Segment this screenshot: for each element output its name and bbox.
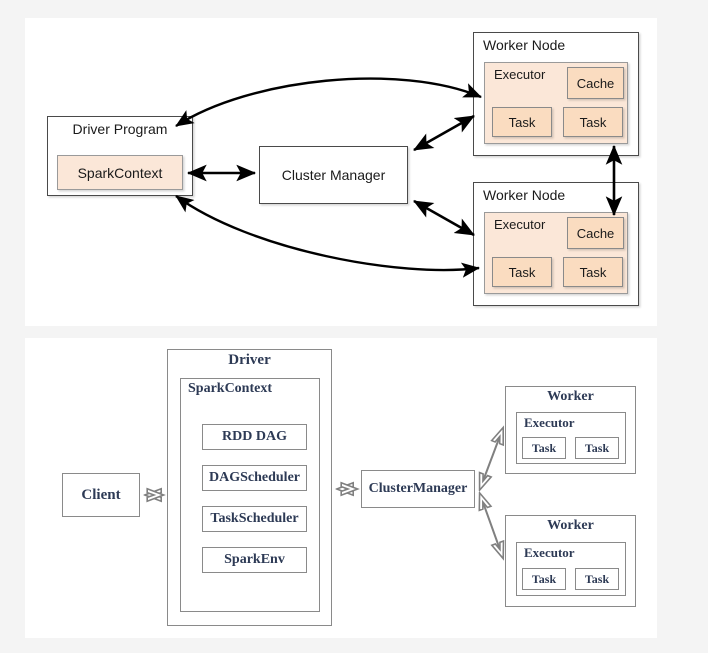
worker-2-task-2-box: Task <box>575 568 619 590</box>
worker-node-2-task-2-label: Task <box>579 264 607 280</box>
worker-2-task-1-label: Task <box>531 572 557 586</box>
worker-1-task-2-box: Task <box>575 437 619 459</box>
cluster-manager-box: Cluster Manager <box>259 146 408 204</box>
driver-program-label: Driver Program <box>72 121 168 137</box>
taskscheduler-box: TaskScheduler <box>202 506 307 532</box>
sparkenv-label: SparkEnv <box>224 552 285 567</box>
worker-1-executor-label: Executor <box>524 415 575 430</box>
worker-2-task-2-label: Task <box>584 572 610 586</box>
cluster-manager-label: Cluster Manager <box>281 167 386 183</box>
client-label: Client <box>81 486 121 503</box>
sparkcontext-container-label: SparkContext <box>188 381 273 396</box>
dagscheduler-box: DAGScheduler <box>202 465 307 491</box>
worker-node-2-task-1-box: Task <box>492 257 552 287</box>
worker-2-task-1-box: Task <box>522 568 566 590</box>
worker-node-2-executor-label: Executor <box>494 217 546 232</box>
driver-label: Driver <box>228 352 271 368</box>
worker-node-1-cache-label: Cache <box>576 75 615 91</box>
dagscheduler-label: DAGScheduler <box>209 470 300 485</box>
sparkcontext-box: SparkContext <box>57 155 183 190</box>
worker-node-2-label: Worker Node <box>483 187 566 203</box>
worker-1-task-1-label: Task <box>531 441 557 455</box>
worker-node-2-task-2-box: Task <box>563 257 623 287</box>
worker-1-task-1-box: Task <box>522 437 566 459</box>
worker-node-1-executor-label: Executor <box>494 67 546 82</box>
worker-node-1-label: Worker Node <box>483 37 566 53</box>
worker-node-1-task-1-box: Task <box>492 107 552 137</box>
clustermanager-label: ClusterManager <box>368 481 468 496</box>
sparkcontext-label: SparkContext <box>77 164 163 181</box>
worker-1-label: Worker <box>547 389 594 404</box>
rdd-dag-box: RDD DAG <box>202 424 307 450</box>
worker-1-task-2-label: Task <box>584 441 610 455</box>
worker-node-2-cache-label: Cache <box>576 225 615 241</box>
worker-node-1-task-2-box: Task <box>563 107 623 137</box>
worker-2-label: Worker <box>547 518 594 533</box>
sparkenv-box: SparkEnv <box>202 547 307 573</box>
worker-node-2-cache-box: Cache <box>567 217 624 249</box>
sparkcontext-container: SparkContext <box>180 378 320 612</box>
worker-node-1-task-2-label: Task <box>579 114 607 130</box>
worker-node-2-task-1-label: Task <box>508 264 536 280</box>
worker-node-1-cache-box: Cache <box>567 67 624 99</box>
clustermanager-box: ClusterManager <box>361 470 475 508</box>
worker-2-executor-label: Executor <box>524 545 575 560</box>
rdd-dag-label: RDD DAG <box>222 429 287 444</box>
taskscheduler-label: TaskScheduler <box>210 511 299 526</box>
worker-node-1-task-1-label: Task <box>508 114 536 130</box>
client-box: Client <box>62 473 140 517</box>
